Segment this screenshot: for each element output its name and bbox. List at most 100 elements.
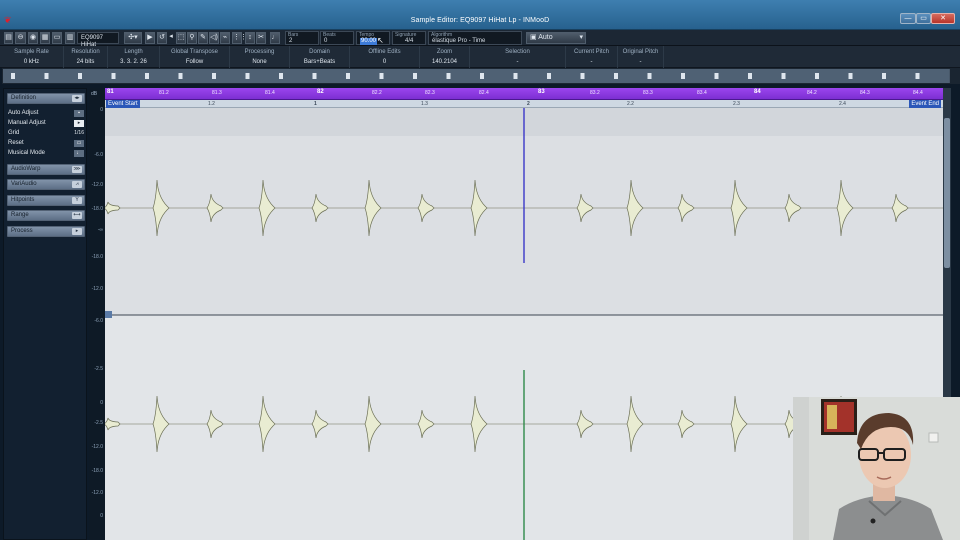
manual-adjust-label: Manual Adjust: [8, 120, 46, 126]
ruler-sub-label: 82.3: [425, 90, 435, 96]
overview-transient: [513, 73, 518, 79]
info-domain[interactable]: Domain Bars+Beats: [290, 46, 350, 68]
event-start-marker[interactable]: Event Start: [106, 100, 140, 108]
draw-icon[interactable]: ✎: [198, 32, 208, 44]
overview-scrollbar[interactable]: [950, 68, 960, 84]
event-ruler-label: 2.3: [733, 101, 740, 107]
db-scale-header: dB: [89, 88, 105, 100]
bar-ruler[interactable]: 81 81.2 81.3 81.4 82 82.2 82.3 82.4 83 8…: [105, 88, 943, 100]
info-label: Zoom: [436, 49, 453, 55]
info-offline-edits[interactable]: Offline Edits 0: [350, 46, 420, 68]
tempo-field[interactable]: Tempo 90.00 ↖: [356, 31, 390, 45]
grid-label: Grid: [8, 130, 20, 136]
object-select-icon[interactable]: ⬚: [176, 32, 186, 44]
maximize-button[interactable]: ▭: [916, 13, 931, 24]
grid-value[interactable]: 1/16: [74, 129, 84, 138]
db-tick: -12.0: [91, 490, 103, 496]
info-label: Selection: [505, 49, 530, 55]
auto-adjust-icon[interactable]: ▪: [74, 110, 84, 117]
info-zoom[interactable]: Zoom 140.2104: [420, 46, 470, 68]
musical-mode-icon[interactable]: ♩: [74, 150, 84, 157]
play-icon[interactable]: ▶: [145, 32, 155, 44]
scrollbar-thumb[interactable]: [944, 118, 950, 268]
musical-mode-row[interactable]: Musical Mode ♩: [8, 149, 84, 158]
info-sample-rate[interactable]: Sample Rate 0 kHz: [0, 46, 64, 68]
overview-transient: [279, 73, 283, 79]
info-label: Current Pitch: [573, 49, 609, 55]
hitpoints-section[interactable]: Hitpoints Y: [7, 195, 85, 206]
event-name-field[interactable]: EQ9097 HiHat: [77, 32, 119, 48]
solo-editor-icon[interactable]: ⊖: [15, 32, 26, 44]
close-button[interactable]: ✕: [931, 13, 955, 24]
snap-icon[interactable]: ♩: [270, 32, 280, 44]
info-processing[interactable]: Processing None: [230, 46, 290, 68]
overview-transient: [882, 73, 886, 79]
event-ruler-label: 2.2: [627, 101, 634, 107]
hitpoints-label: Hitpoints: [11, 197, 35, 203]
algorithm-field[interactable]: Algorithm élastique Pro - Time: [428, 31, 522, 45]
grid-row[interactable]: Grid 1/16: [8, 129, 84, 138]
signature-value: 4/4: [405, 38, 414, 44]
event-icon[interactable]: ▥: [65, 32, 75, 44]
overview-icon[interactable]: ▭: [52, 32, 62, 44]
reset-row[interactable]: Reset ▭: [8, 139, 84, 148]
overview-transient: [413, 73, 417, 79]
scrub-icon[interactable]: ⌁: [220, 32, 230, 44]
signature-field[interactable]: Signature 4/4: [392, 31, 426, 45]
loop-icon[interactable]: ↺: [157, 32, 167, 44]
info-value: Bars+Beats: [303, 59, 336, 65]
event-end-marker[interactable]: Event End: [909, 100, 941, 108]
sample-editor-window: { "window": { "title": "Sample Editor: E…: [0, 0, 960, 540]
auto-select[interactable]: ▣ Auto ▾: [526, 32, 586, 44]
db-tick: -6.0: [94, 318, 103, 324]
overview-transient: [111, 73, 116, 79]
range-label: Range: [11, 212, 29, 218]
overview-transient: [848, 73, 853, 79]
chevron-left-icon[interactable]: ◂: [168, 32, 174, 44]
info-current-pitch[interactable]: Current Pitch -: [566, 46, 618, 68]
db-tick: 0: [100, 513, 103, 519]
info-label: Original Pitch: [622, 49, 659, 55]
info-selection[interactable]: Selection -: [470, 46, 566, 68]
definition-section[interactable]: Definition ◂▸: [7, 93, 85, 104]
overview-transient: [11, 73, 15, 79]
overview-transient: [78, 73, 82, 79]
variaudio-section[interactable]: VariAudio ⩘: [7, 179, 85, 190]
process-section[interactable]: Process ▸: [7, 226, 85, 237]
inspector-toggle-icon[interactable]: ▤: [4, 32, 13, 44]
warp-icon[interactable]: ↕: [245, 32, 255, 44]
audiowarp-label: AudioWarp: [11, 166, 41, 172]
beats-field[interactable]: Beats 0: [320, 31, 354, 45]
audition-loop-icon[interactable]: ✣▾: [124, 32, 142, 44]
minimize-button[interactable]: —: [900, 13, 916, 24]
overview-line[interactable]: [2, 68, 951, 84]
speaker-icon[interactable]: ◁): [209, 32, 219, 44]
event-ruler-label: 1.3: [421, 101, 428, 107]
manual-adjust-icon[interactable]: ▸: [74, 120, 84, 127]
auto-adjust-row[interactable]: Auto Adjust ▪: [8, 109, 84, 118]
info-value: 3. 3. 2. 26: [120, 59, 147, 65]
bars-field[interactable]: Bars 2: [285, 31, 319, 45]
info-length[interactable]: Length 3. 3. 2. 26: [108, 46, 160, 68]
info-original-pitch[interactable]: Original Pitch -: [618, 46, 664, 68]
manual-adjust-row[interactable]: Manual Adjust ▸: [8, 119, 84, 128]
info-global-transpose[interactable]: Global Transpose Follow: [160, 46, 230, 68]
info-resolution[interactable]: Resolution 24 bits: [64, 46, 108, 68]
range-section[interactable]: Range ⟷: [7, 210, 85, 221]
ruler-bar-label: 81: [107, 89, 114, 95]
chevron-down-icon: ▾: [579, 34, 583, 41]
hitpoint-icon[interactable]: ⋮⋮: [232, 32, 247, 44]
info-value: -: [516, 59, 519, 65]
audiowarp-section[interactable]: AudioWarp ⋙: [7, 164, 85, 175]
zoom-icon[interactable]: ⚲: [187, 32, 197, 44]
bars-value: 2: [289, 38, 293, 44]
audition-icon[interactable]: ◉: [28, 32, 38, 44]
reset-icon[interactable]: ▭: [74, 140, 84, 147]
event-ruler[interactable]: 1.2 1 1.3 2 2.2 2.3 2.4: [105, 100, 943, 108]
webcam-overlay: [793, 397, 960, 540]
overview-transient: [178, 73, 183, 79]
scissors-icon[interactable]: ✂: [256, 32, 266, 44]
ruler-sub-label: 83.4: [697, 90, 707, 96]
show-info-icon[interactable]: ▦: [40, 32, 50, 44]
db-tick: -18.0: [91, 468, 103, 474]
